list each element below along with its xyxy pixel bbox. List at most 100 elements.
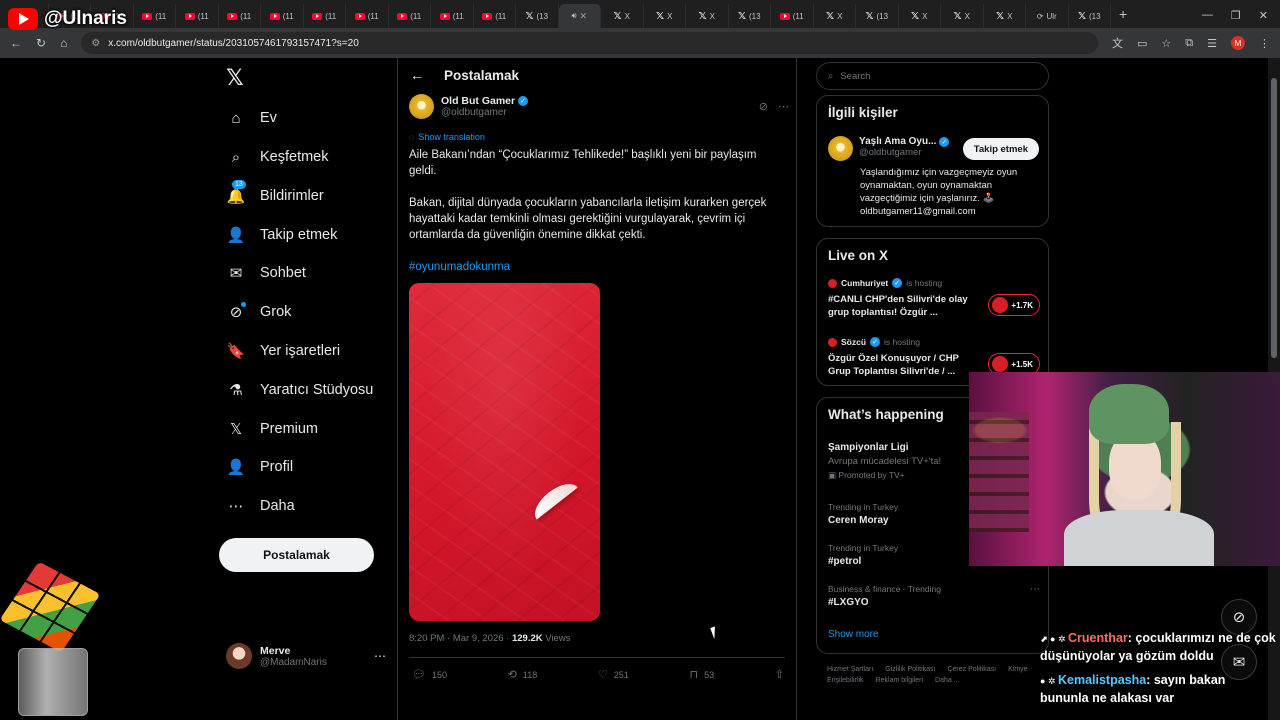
streamer-watermark: @Ulnaris (8, 8, 127, 30)
profile-avatar[interactable]: M (1231, 36, 1245, 50)
tweet-timestamp[interactable]: 8:20 PM · Mar 9, 2026 · (409, 633, 512, 644)
notification-count-badge: 13 (232, 180, 246, 189)
back-icon[interactable]: ← (10, 36, 22, 50)
person-handle: @oldbutgamer (859, 147, 922, 158)
scrollbar-thumb[interactable] (1271, 78, 1277, 358)
restore-icon[interactable]: ❐ (1231, 9, 1241, 22)
post-button[interactable]: Postalamak (219, 538, 374, 572)
browser-tab[interactable]: (11 (346, 4, 389, 28)
author-name-row[interactable]: Old But Gamer ✓ (441, 95, 529, 107)
browser-tab[interactable]: ⟳ Ulr (1026, 4, 1069, 28)
chat-badge-icon: ● ✲ (1040, 676, 1058, 686)
footer-link[interactable]: Gizlilik Politikası (885, 666, 935, 673)
tweet-video[interactable] (409, 283, 600, 621)
footer-link[interactable]: Daha ... (935, 677, 960, 684)
browser-tab[interactable]: 𝕏 (13 (1069, 4, 1111, 28)
nav-item-profile[interactable]: 👤 Profil (226, 452, 293, 482)
nav-item-grok[interactable]: ⊘ Grok (226, 297, 291, 327)
nav-item-more[interactable]: ⋯ Daha (226, 491, 295, 521)
share-button[interactable]: ⇧ (775, 668, 784, 681)
browser-menu-icon[interactable]: ⋮ (1259, 37, 1270, 50)
nav-item-x[interactable]: 𝕏 Premium (226, 414, 318, 444)
browser-tab[interactable]: (11 (219, 4, 261, 28)
nav-item-explore[interactable]: ⌕ Keşfetmek (226, 142, 329, 172)
show-more-link[interactable]: Show more (828, 629, 879, 640)
home-browser-icon[interactable]: ⌂ (60, 36, 67, 50)
translate-page-icon[interactable]: 文 (1112, 35, 1123, 51)
like-button[interactable]: ♡ 251 (598, 668, 629, 681)
nav-label: Keşfetmek (260, 149, 329, 165)
browser-tab[interactable]: (11 (771, 4, 814, 28)
nav-item-home[interactable]: ⌂ Ev (226, 103, 276, 133)
nav-item-flask[interactable]: ⚗ Yaratıcı Stüdyosu (226, 375, 373, 405)
url-input[interactable]: ⚙ x.com/oldbutgamer/status/2031057461793… (81, 32, 1098, 54)
tab-title: (11 (155, 11, 167, 21)
footer-link[interactable]: Kimye (1008, 666, 1027, 673)
browser-tab[interactable]: 𝕏X (601, 4, 644, 28)
nav-item-bell[interactable]: 🔔 13 Bildirimler (226, 180, 324, 211)
card-title: What’s happening (828, 407, 944, 422)
more-icon[interactable]: ⋯ (374, 649, 386, 663)
hashtag-link[interactable]: #oyunumadokunma (409, 259, 784, 275)
browser-tab[interactable]: (11 (304, 4, 346, 28)
bookmark-star-icon[interactable]: ☆ (1161, 37, 1171, 50)
browser-tab[interactable]: (11 (134, 4, 176, 28)
browser-tab[interactable]: 𝕏 (13 (856, 4, 899, 28)
browser-tab[interactable]: (11 (474, 4, 516, 28)
browser-tab[interactable]: (11 (176, 4, 219, 28)
browser-tab[interactable]: 𝕏 (13 (729, 4, 771, 28)
flask-icon: ⚗ (229, 382, 243, 399)
back-arrow-icon[interactable]: ← (410, 67, 424, 83)
browser-tab[interactable]: 𝕏 (13 (516, 4, 559, 28)
browser-tab[interactable]: (11 (431, 4, 474, 28)
avatar[interactable] (409, 94, 434, 119)
footer-link[interactable]: Hizmet Şartları (827, 666, 873, 673)
live-source-name: Sözcü (841, 337, 867, 347)
repost-button[interactable]: ⟲ 118 (508, 668, 538, 681)
account-switcher[interactable]: Merve @MadamNaris ⋯ (226, 643, 386, 669)
show-translation-link[interactable]: ◌ Show translation (409, 132, 485, 142)
browser-tab[interactable]: (11 (261, 4, 304, 28)
search-icon: ⌕ (828, 70, 834, 82)
reload-icon[interactable]: ↻ (36, 36, 46, 50)
nav-label: Takip etmek (260, 227, 338, 243)
browser-tab[interactable]: 𝕏X (984, 4, 1026, 28)
bookmark-button[interactable]: ⊓ 53 (690, 668, 715, 681)
site-info-icon[interactable]: ⚙ (91, 38, 100, 49)
person-name-row: Yaşlı Ama Oyu... ✓ (859, 136, 950, 147)
nav-item-follow[interactable]: 👤 Takip etmek (226, 220, 338, 250)
live-listeners-pill[interactable]: +1.7K (988, 294, 1040, 316)
browser-tab[interactable]: 𝕏X (899, 4, 941, 28)
live-item[interactable]: Cumhuriyet ✓ is hosting #CANLI CHP'den S… (828, 278, 1040, 319)
nav-item-mail[interactable]: ✉ Sohbet (226, 258, 306, 288)
hosting-label: is hosting (906, 278, 943, 288)
browser-tab[interactable]: 𝕏X (814, 4, 856, 28)
listener-count: +1.5K (1011, 359, 1033, 369)
trend-more-icon[interactable]: ⋯ (1030, 584, 1040, 595)
footer-link[interactable]: Çerez Politikası (947, 666, 996, 673)
browser-tab[interactable]: (11 (389, 4, 431, 28)
nav-item-bookmark[interactable]: 🔖 Yer işaretleri (226, 336, 340, 366)
minimize-icon[interactable]: — (1202, 9, 1213, 22)
browser-tab[interactable]: 𝕏X (644, 4, 686, 28)
grok-explain-icon[interactable]: ⊘ (759, 100, 768, 113)
close-window-icon[interactable]: ✕ (1259, 9, 1268, 22)
more-options-icon[interactable]: ⋯ (778, 100, 789, 113)
author-name: Old But Gamer (441, 95, 516, 107)
extensions-icon[interactable]: ⧉ (1185, 37, 1193, 50)
trend-item[interactable]: Business & finance · Trending #LXGYO ⋯ (828, 584, 1040, 608)
browser-tab[interactable]: 🔊︎ ✕ (558, 4, 601, 28)
follow-button[interactable]: Takip etmek (962, 138, 1039, 160)
cast-icon[interactable]: ▭ (1137, 37, 1147, 50)
reply-button[interactable]: 💬︎ 150 (412, 668, 447, 681)
search-input[interactable]: ⌕ Search (816, 62, 1049, 90)
footer-link[interactable]: Erişilebilirlik (827, 677, 864, 684)
close-tab-icon[interactable]: ✕ (580, 11, 588, 22)
media-icon[interactable]: ☰ (1207, 37, 1217, 50)
new-tab-icon[interactable]: + (1111, 6, 1127, 28)
footer-link[interactable]: Reklam bilgileri (876, 677, 923, 684)
x-logo-icon[interactable]: 𝕏 (226, 65, 244, 91)
browser-tab[interactable]: 𝕏X (686, 4, 729, 28)
browser-tab[interactable]: 𝕏X (941, 4, 984, 28)
tweet-paragraph: Bakan, dijital dünyada çocukların yabanc… (409, 197, 767, 241)
